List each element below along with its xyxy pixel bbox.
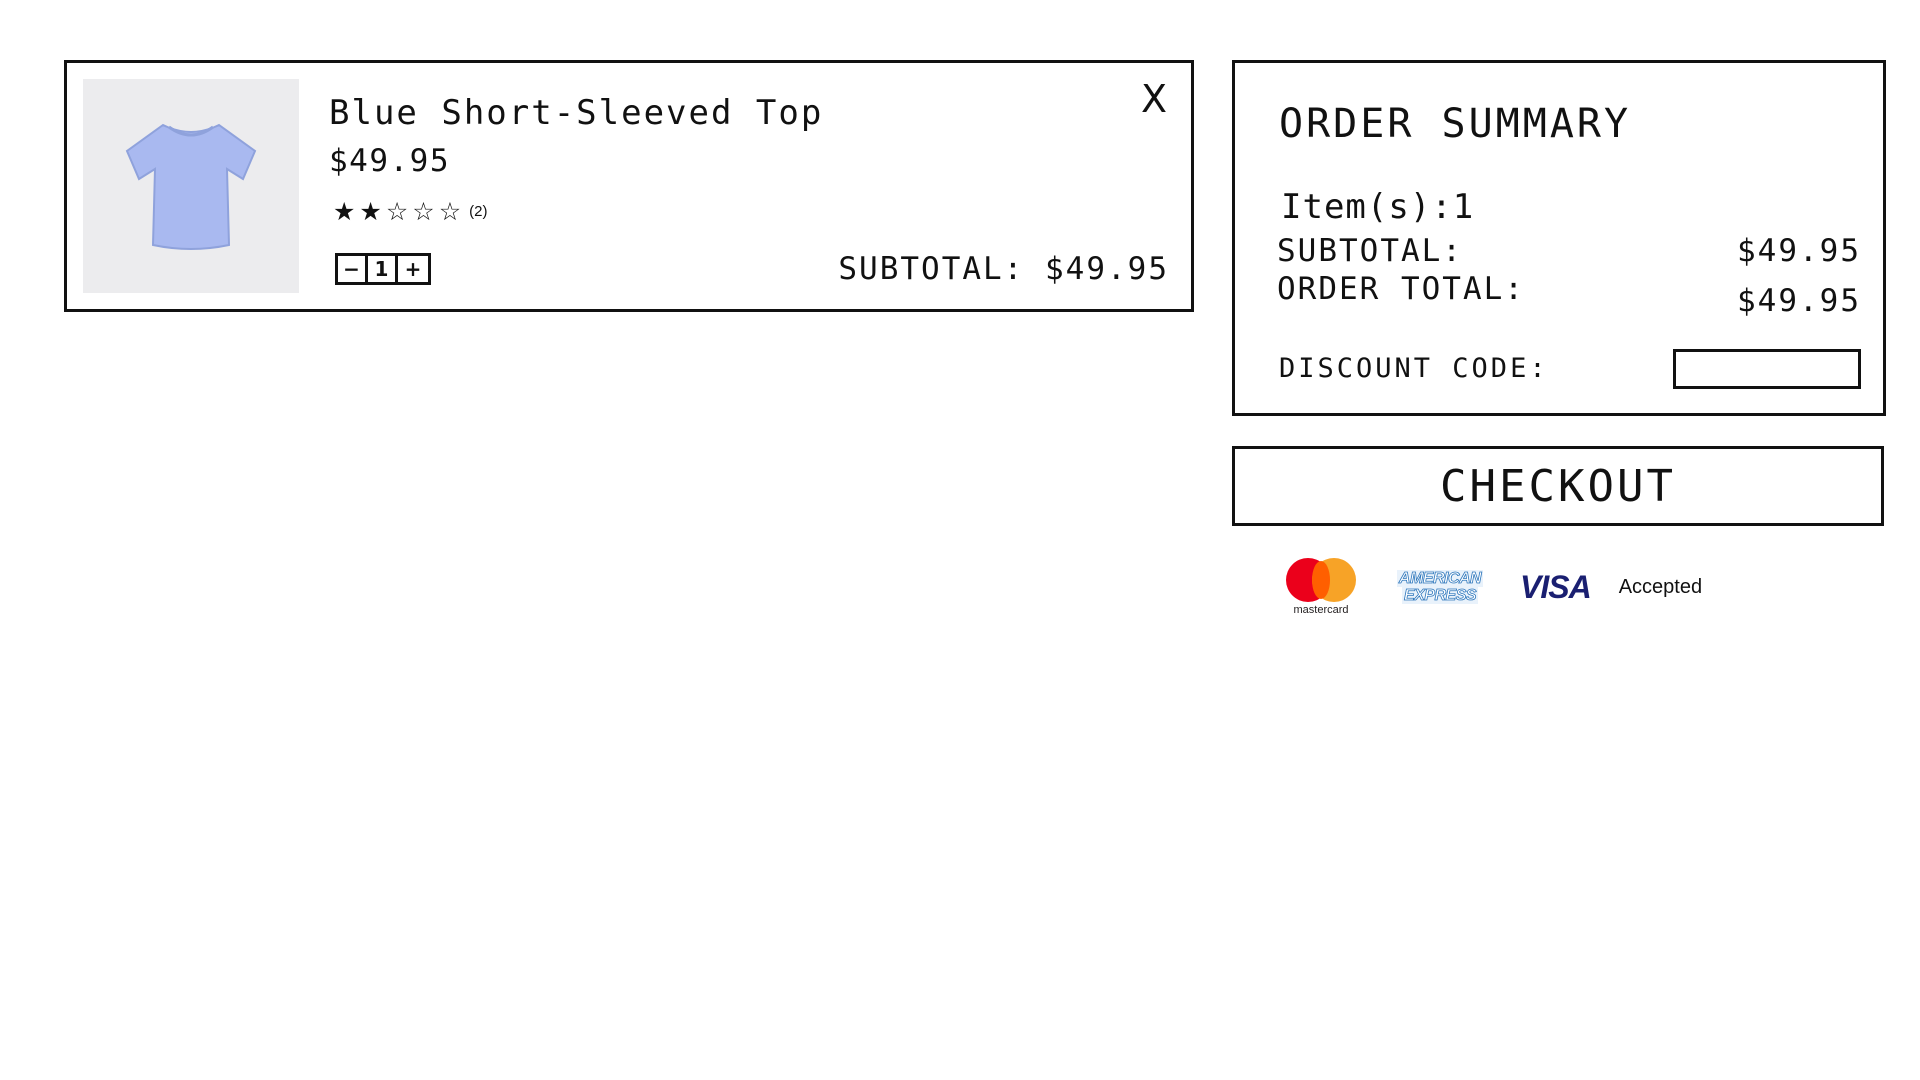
order-summary-title: ORDER SUMMARY	[1279, 101, 1632, 147]
accepted-payments: mastercard AMERICAN EXPRESS VISA Accepte…	[1286, 558, 1702, 616]
product-rating: ★ ★ ☆ ☆ ☆ (2)	[333, 199, 487, 224]
amex-line1: AMERICAN	[1396, 570, 1484, 587]
remove-item-close-icon[interactable]: X	[1141, 77, 1167, 121]
checkout-button[interactable]: CHECKOUT	[1232, 446, 1884, 526]
quantity-decrease-button[interactable]: −	[338, 256, 368, 282]
product-image[interactable]	[83, 79, 299, 293]
summary-total-row: ORDER TOTAL: $49.95	[1277, 271, 1861, 319]
discount-code-label: DISCOUNT CODE:	[1279, 353, 1549, 384]
star-filled-icon: ★	[359, 197, 382, 226]
cart-item-card: Blue Short-Sleeved Top $49.95 ★ ★ ☆ ☆ ☆ …	[64, 60, 1194, 312]
mastercard-label: mastercard	[1293, 604, 1349, 616]
summary-subtotal-value: $49.95	[1737, 233, 1861, 269]
items-count: Item(s):1	[1281, 187, 1475, 227]
summary-subtotal-row: SUBTOTAL: $49.95	[1277, 233, 1861, 269]
item-subtotal: SUBTOTAL: $49.95	[838, 251, 1169, 287]
amex-line2: EXPRESS	[1401, 587, 1479, 604]
amex-logo-icon: AMERICAN EXPRESS	[1392, 567, 1488, 607]
visa-logo-icon: VISA	[1520, 568, 1592, 605]
quantity-stepper: − 1 +	[335, 253, 431, 285]
accepted-label: Accepted	[1618, 575, 1703, 598]
mastercard-logo-icon: mastercard	[1286, 558, 1356, 616]
rating-count: (2)	[469, 203, 488, 220]
product-name[interactable]: Blue Short-Sleeved Top	[329, 93, 823, 133]
star-empty-icon: ☆	[385, 197, 409, 226]
order-summary-panel: ORDER SUMMARY Item(s):1 SUBTOTAL: $49.95…	[1232, 60, 1886, 416]
discount-code-input[interactable]	[1673, 349, 1861, 389]
product-price: $49.95	[329, 143, 450, 179]
star-empty-icon: ☆	[438, 197, 462, 226]
tshirt-icon	[125, 123, 257, 250]
star-filled-icon: ★	[333, 197, 356, 226]
quantity-increase-button[interactable]: +	[398, 256, 428, 282]
summary-total-value: $49.95	[1737, 283, 1861, 319]
quantity-value[interactable]: 1	[368, 256, 398, 282]
star-empty-icon: ☆	[412, 197, 435, 226]
summary-total-label: ORDER TOTAL:	[1277, 271, 1525, 307]
summary-subtotal-label: SUBTOTAL:	[1277, 233, 1463, 269]
